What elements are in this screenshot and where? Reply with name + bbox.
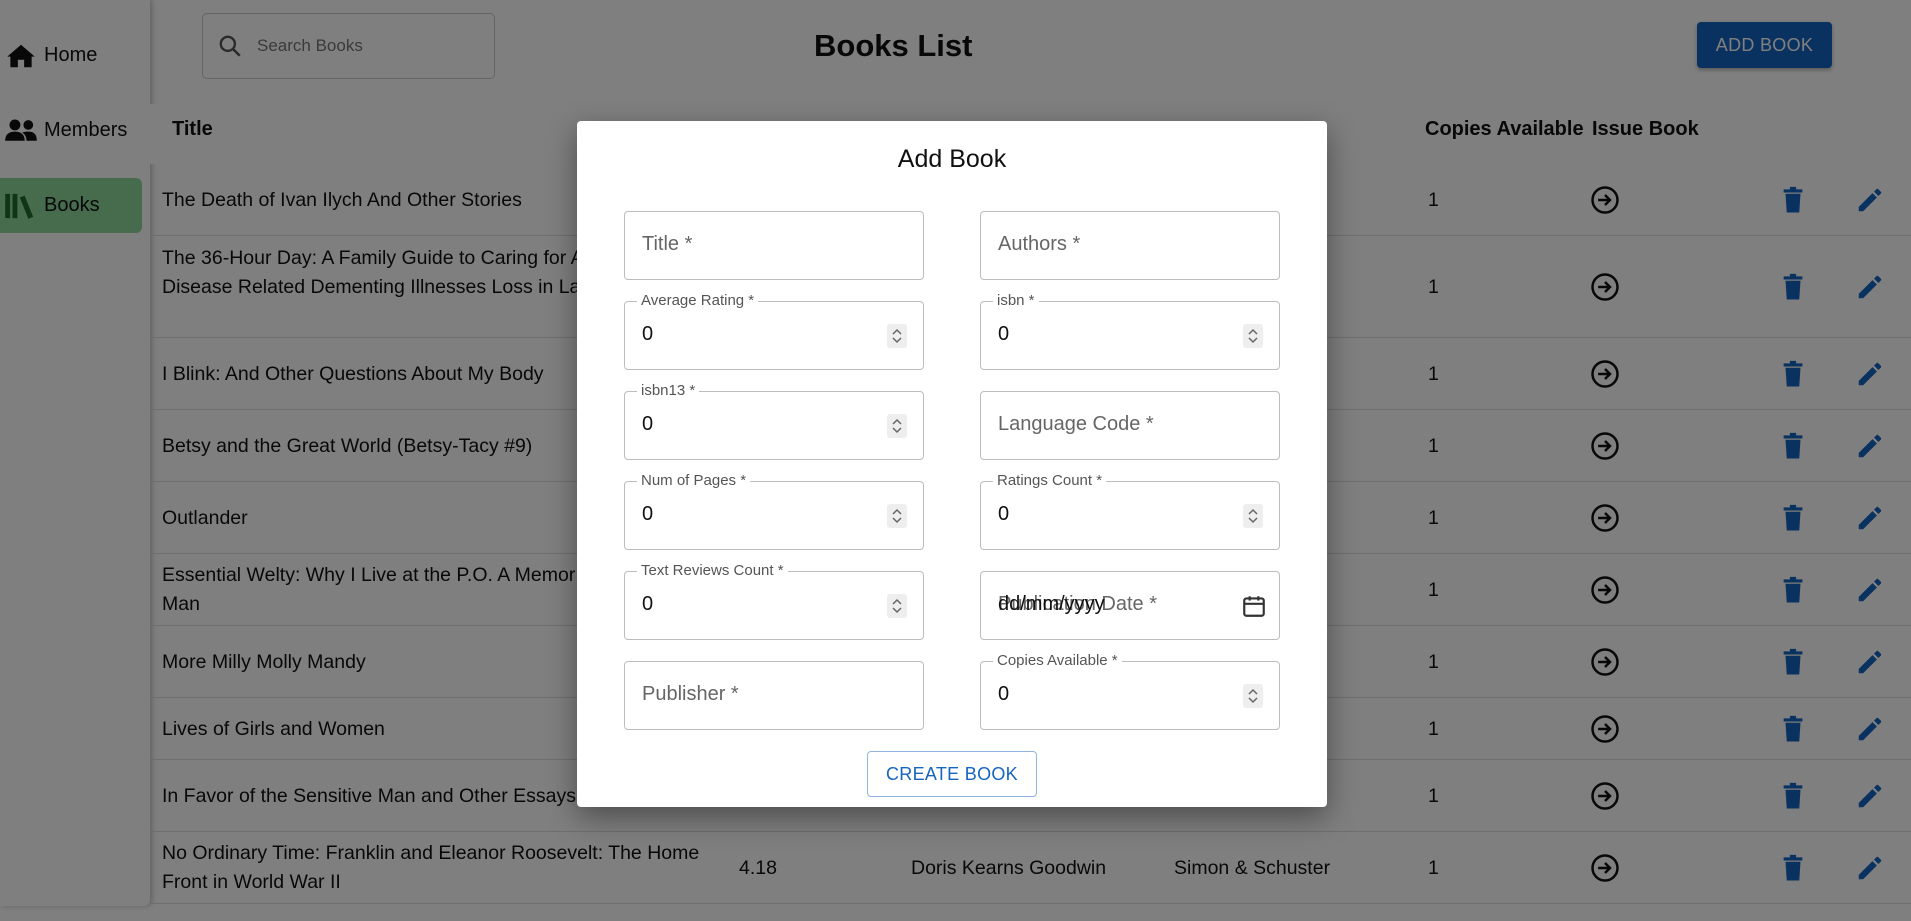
num-pages-field[interactable]: Num of Pages * 0 bbox=[624, 472, 924, 550]
average-rating-label: Average Rating * bbox=[637, 292, 759, 309]
text-reviews-count-field[interactable]: Text Reviews Count * 0 bbox=[624, 562, 924, 640]
copies-available-label: Copies Available * bbox=[993, 652, 1122, 669]
language-code-placeholder: Language Code * bbox=[998, 413, 1154, 435]
stepper-icon[interactable] bbox=[1243, 684, 1263, 708]
authors-placeholder: Authors * bbox=[998, 233, 1081, 255]
isbn13-value: 0 bbox=[642, 413, 654, 435]
num-pages-label: Num of Pages * bbox=[637, 472, 751, 489]
copies-available-field[interactable]: Copies Available * 0 bbox=[980, 652, 1280, 730]
text-reviews-count-label: Text Reviews Count * bbox=[637, 562, 788, 579]
title-field[interactable]: Title * bbox=[624, 211, 924, 280]
title-placeholder: Title * bbox=[642, 233, 693, 255]
publication-date-field[interactable]: Publication Date * dd/mm/yyyy bbox=[980, 571, 1280, 640]
isbn13-label: isbn13 * bbox=[637, 382, 700, 399]
stepper-icon[interactable] bbox=[887, 504, 907, 528]
isbn-value: 0 bbox=[998, 323, 1010, 345]
average-rating-value: 0 bbox=[642, 323, 654, 345]
publication-date-value: dd/mm/yyyy bbox=[998, 593, 1105, 615]
average-rating-field[interactable]: Average Rating * 0 bbox=[624, 292, 924, 370]
ratings-count-field[interactable]: Ratings Count * 0 bbox=[980, 472, 1280, 550]
publisher-field[interactable]: Publisher * bbox=[624, 661, 924, 730]
stepper-icon[interactable] bbox=[887, 324, 907, 348]
num-pages-value: 0 bbox=[642, 503, 654, 525]
ratings-count-value: 0 bbox=[998, 503, 1010, 525]
isbn-label: isbn * bbox=[993, 292, 1039, 309]
create-book-button[interactable]: CREATE BOOK bbox=[867, 751, 1037, 797]
language-code-field[interactable]: Language Code * bbox=[980, 391, 1280, 460]
isbn-field[interactable]: isbn * 0 bbox=[980, 292, 1280, 370]
add-book-dialog: Add Book Title * Authors * Average Ratin… bbox=[577, 121, 1327, 807]
stepper-icon[interactable] bbox=[1243, 324, 1263, 348]
stepper-icon[interactable] bbox=[887, 414, 907, 438]
publisher-placeholder: Publisher * bbox=[642, 683, 739, 705]
calendar-icon[interactable] bbox=[1241, 593, 1267, 619]
stepper-icon[interactable] bbox=[1243, 504, 1263, 528]
text-reviews-count-value: 0 bbox=[642, 593, 654, 615]
copies-available-value: 0 bbox=[998, 683, 1010, 705]
isbn13-field[interactable]: isbn13 * 0 bbox=[624, 382, 924, 460]
stepper-icon[interactable] bbox=[887, 594, 907, 618]
dialog-title: Add Book bbox=[897, 145, 1007, 173]
authors-field[interactable]: Authors * bbox=[980, 211, 1280, 280]
ratings-count-label: Ratings Count * bbox=[993, 472, 1107, 489]
